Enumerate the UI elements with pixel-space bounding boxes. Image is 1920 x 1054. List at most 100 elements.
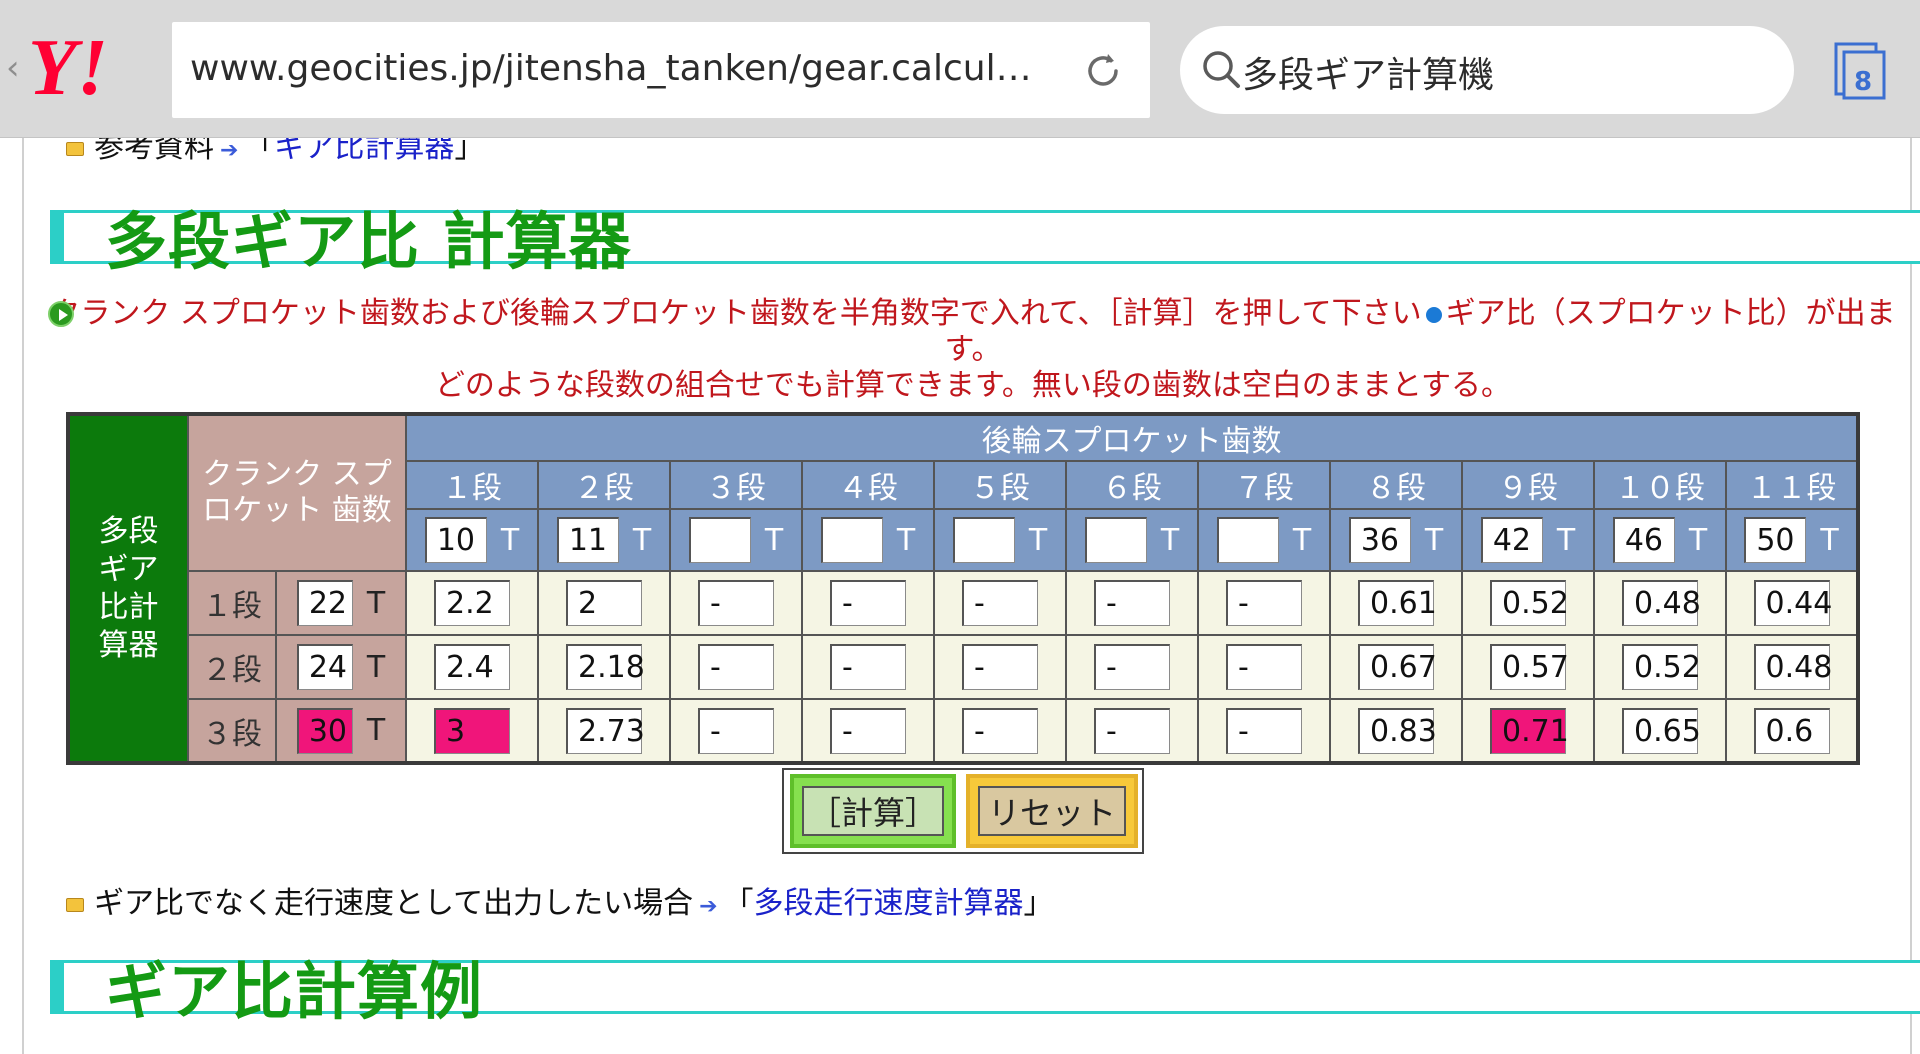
gear-ratio-cell: 0.44 [1725,570,1859,636]
speed-close-bracket: 」 [1023,886,1054,921]
gear-ratio-output[interactable]: 0.48 [1622,580,1701,626]
page-frame-right [1910,138,1912,1054]
svg-text:Y!: Y! [28,24,108,110]
teeth-unit: T [1688,522,1708,558]
gear-ratio-output[interactable]: - [698,644,774,690]
search-bar[interactable]: 多段ギア計算機 [1180,26,1794,114]
crank-teeth-cell: 30 T [275,698,407,764]
gear-ratio-output[interactable]: 0.52 [1622,644,1701,690]
rear-teeth-input[interactable]: 50 [1744,517,1807,563]
rear-stage-header: ８段 [1329,460,1463,510]
rear-stage-header: ４段 [801,460,935,510]
gear-ratio-output[interactable]: 2.18 [566,644,645,690]
rear-teeth-input[interactable]: 36 [1348,517,1411,563]
gear-ratio-output[interactable]: - [1094,580,1170,626]
rear-teeth-input[interactable] [820,517,883,563]
gear-ratio-output[interactable]: 0.67 [1358,644,1437,690]
gear-ratio-output[interactable]: - [698,707,774,754]
rear-stage-header: ３段 [669,460,803,510]
arrow-right-icon: ➔ [220,138,239,163]
gear-ratio-output[interactable]: 3 [434,707,510,754]
rear-teeth-input[interactable]: 11 [556,517,619,563]
gear-ratio-output[interactable]: - [1226,644,1302,690]
gear-ratio-output[interactable]: - [1094,707,1170,754]
url-text[interactable]: www.geocities.jp/jitensha_tanken/gear.ca… [190,48,1052,89]
crank-teeth-input[interactable]: 22 [296,580,353,626]
yahoo-logo[interactable]: Y! [28,24,158,110]
gear-ratio-output[interactable]: - [1226,580,1302,626]
rear-stage-header: ５段 [933,460,1067,510]
teeth-unit: T [366,585,386,621]
gear-ratio-output[interactable]: 0.57 [1490,644,1569,690]
tab-count-text: 8 [1854,67,1872,97]
heading-calculator-title: 多段ギア比 計算器 [105,205,632,278]
rear-teeth-cell: 42 T [1461,508,1595,572]
rear-teeth-input[interactable]: 46 [1612,517,1675,563]
back-chevron-icon[interactable]: ‹ [6,48,20,88]
address-bar[interactable]: www.geocities.jp/jitensha_tanken/gear.ca… [172,22,1150,118]
button-group: ［計算］ リセット [782,768,1144,854]
crank-teeth-cell: 24 T [275,634,407,700]
gear-ratio-cell: 0.48 [1593,570,1727,636]
table-title: 多段ギア比計算器 [98,513,159,663]
tabs-icon[interactable]: 8 [1832,40,1888,102]
gear-ratio-output[interactable]: 0.65 [1622,707,1701,754]
gear-ratio-output[interactable]: 0.44 [1753,580,1832,626]
gear-ratio-output[interactable]: 0.61 [1358,580,1437,626]
table-title-cell: 多段ギア比計算器 [67,413,189,764]
gear-ratio-output[interactable]: - [830,644,906,690]
gear-ratio-output[interactable]: - [1094,644,1170,690]
gear-ratio-output[interactable]: - [962,707,1038,754]
rear-teeth-cell: 50 T [1725,508,1859,572]
search-query-text[interactable]: 多段ギア計算機 [1242,46,1494,98]
rear-teeth-input[interactable] [1216,517,1279,563]
gear-ratio-output[interactable]: - [962,644,1038,690]
gear-ratio-output[interactable]: 0.83 [1358,707,1437,754]
rear-teeth-input[interactable] [688,517,751,563]
crank-teeth-input[interactable]: 30 [296,707,353,754]
gear-ratio-cell: - [669,698,803,764]
teeth-unit: T [366,649,386,685]
crank-teeth-cell: 22 T [275,570,407,636]
gear-ratio-output[interactable]: - [830,707,906,754]
arrow-right-icon: ➔ [699,894,718,919]
rear-teeth-input[interactable]: 10 [424,517,487,563]
gear-ratio-cell: - [1197,634,1331,700]
gear-ratio-output[interactable]: - [1226,707,1302,754]
gear-ratio-calculator-link[interactable]: ギア比計算器 [274,138,454,165]
gear-ratio-output[interactable]: 2 [566,580,642,626]
gear-ratio-output[interactable]: 2.73 [566,707,645,754]
crank-header: クランク スプロケット 歯数 [187,413,407,572]
rear-stage-header: ７段 [1197,460,1331,510]
calculate-button[interactable]: ［計算］ [790,774,956,848]
teeth-unit: T [1556,522,1576,558]
rear-stage-header: １段 [405,460,539,510]
rear-stage-header: ９段 [1461,460,1595,510]
speed-calculator-link[interactable]: 多段走行速度計算器 [754,886,1024,921]
rear-teeth-input[interactable] [952,517,1015,563]
reset-button[interactable]: リセット [966,774,1138,848]
instructions: クランク スプロケット歯数および後輪スプロケット歯数を半角数字で入れて、［計算］… [48,296,1898,404]
gear-ratio-cell: 0.83 [1329,698,1463,764]
gear-ratio-output[interactable]: 0.52 [1490,580,1569,626]
gear-ratio-output[interactable]: - [830,580,906,626]
crank-teeth-input[interactable]: 24 [296,644,353,690]
gear-ratio-output[interactable]: 2.4 [434,644,510,690]
gear-ratio-output[interactable]: 0.48 [1753,644,1832,690]
rear-teeth-input[interactable] [1084,517,1147,563]
gear-ratio-output[interactable]: - [962,580,1038,626]
gear-ratio-output[interactable]: 2.2 [434,580,510,626]
gear-ratio-output[interactable]: 0.6 [1753,707,1830,754]
gear-ratio-output[interactable]: 0.71 [1490,707,1569,754]
gear-ratio-cell: - [1065,570,1199,636]
rear-header: 後輪スプロケット歯数 [405,413,1859,462]
instructions-line2: どのような段数の組合せでも計算できます。無い段の歯数は空白のままとする。 [434,368,1512,403]
page-content: 参考資料 ➔ 「ギア比計算器」 多段ギア比 計算器 クランク スプロケット歯数および… [0,138,1920,1054]
rear-teeth-input[interactable]: 42 [1480,517,1543,563]
crank-stage-label: １段 [187,570,277,636]
gear-ratio-cell: 2.2 [405,570,539,636]
browser-toolbar: ‹ Y! www.geocities.jp/jitensha_tanken/ge… [0,0,1920,138]
reload-icon[interactable] [1080,48,1126,94]
reference-close-bracket: 」 [454,138,485,165]
gear-ratio-output[interactable]: - [698,580,774,626]
